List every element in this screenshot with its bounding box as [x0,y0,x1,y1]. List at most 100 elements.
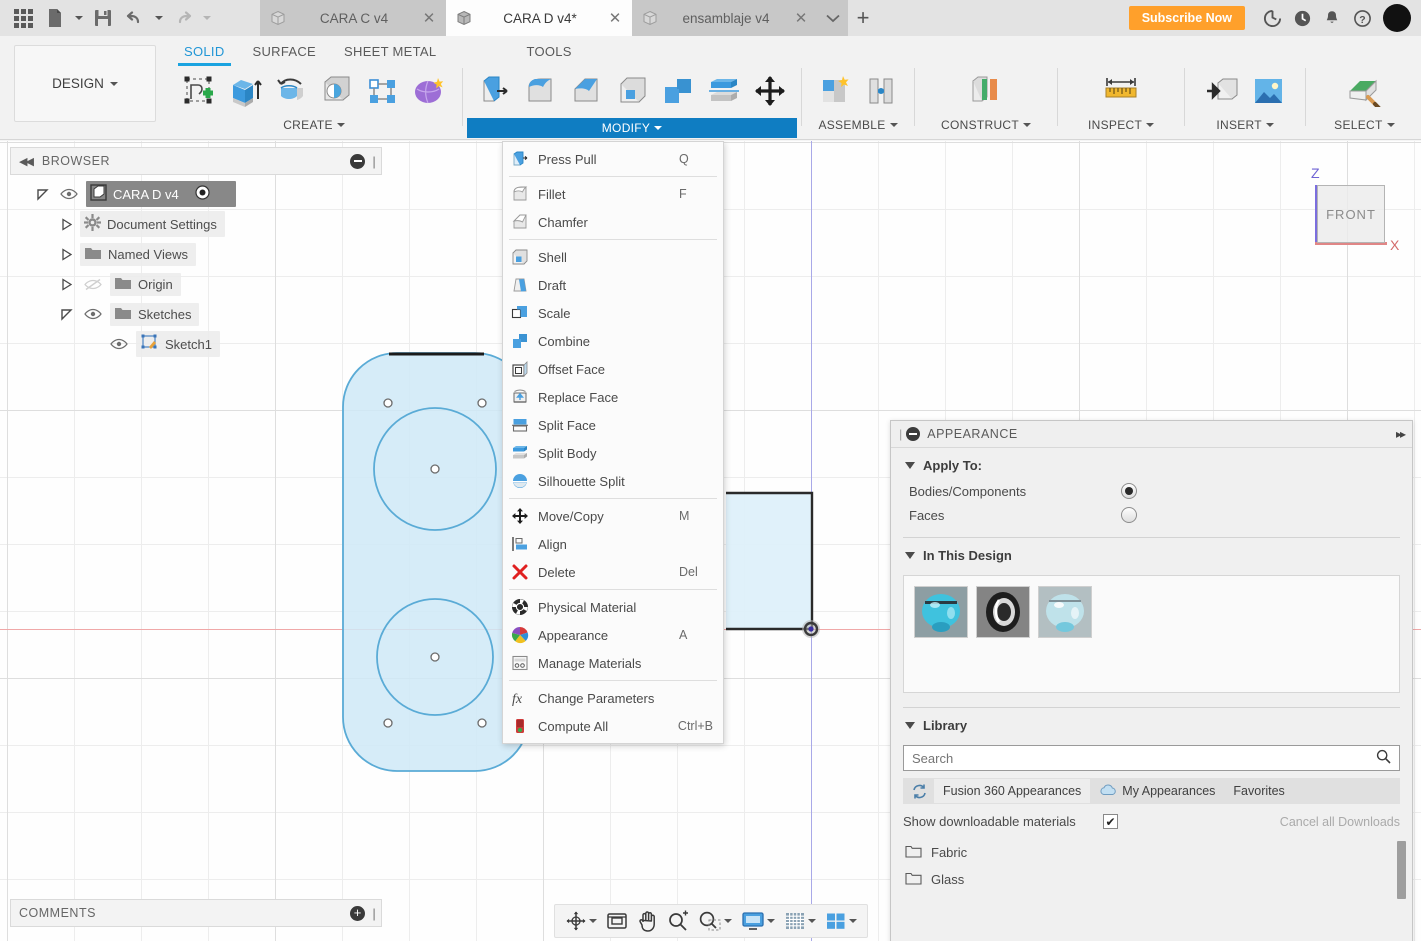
menu-item-physical-material[interactable]: Physical Material [503,593,723,621]
library-folder-fabric[interactable]: Fabric [891,839,1412,866]
split-body-icon[interactable] [703,69,745,113]
tree-row-origin[interactable]: Origin [10,269,382,299]
close-icon[interactable]: ✕ [422,9,436,27]
ribbon-tab-sheet-metal[interactable]: SHEET METAL [330,41,450,62]
menu-item-shell[interactable]: Shell [503,243,723,271]
viewcube-front-face[interactable]: FRONT [1317,185,1385,243]
create-sketch-icon[interactable] [178,69,220,113]
close-icon[interactable]: ✕ [608,9,622,27]
expander-collapsed-icon[interactable] [56,247,76,261]
workspace-switcher-design[interactable]: DESIGN [14,45,156,122]
browser-minimize-icon[interactable] [350,153,366,169]
document-tab-1[interactable]: CARA D v4* ✕ [446,0,632,36]
menu-item-fillet[interactable]: Fillet F [503,180,723,208]
chevron-down-icon[interactable] [807,919,816,923]
display-settings-icon[interactable] [737,908,779,934]
visibility-eye-hidden-icon[interactable] [80,278,106,291]
refresh-icon[interactable] [905,779,934,803]
move-copy-icon[interactable] [749,69,791,113]
modify-dropdown-menu[interactable]: Press Pull Q Fillet F Chamfer Shell Draf… [502,141,724,744]
menu-item-delete[interactable]: Delete Del [503,558,723,586]
tab-overflow-chevron-down-icon[interactable] [818,0,848,36]
job-status-icon[interactable] [1257,3,1287,33]
search-input[interactable] [912,750,1376,766]
library-tab-favorites[interactable]: Favorites [1224,779,1293,803]
section-apply-to[interactable]: Apply To: [891,448,1412,479]
light-blue-glass-swatch[interactable] [1038,586,1092,638]
new-document-icon[interactable] [40,3,70,33]
expander-expanded-icon[interactable] [32,188,52,201]
ribbon-tab-tools[interactable]: TOOLS [512,41,585,62]
insert-canvas-image-icon[interactable] [1247,69,1289,113]
close-icon[interactable]: ✕ [794,9,808,27]
menu-item-split-body[interactable]: Split Body [503,439,723,467]
tree-row-component[interactable]: CARA D v4 [10,179,382,209]
undo-icon[interactable] [120,3,150,33]
appearance-dialog[interactable]: || APPEARANCE ▸▸ Apply To: Bodies/Compon… [890,420,1413,941]
expander-collapsed-icon[interactable] [56,277,76,291]
activate-component-radio[interactable] [195,185,210,203]
library-folder-glass[interactable]: Glass [891,866,1412,893]
pattern-icon[interactable] [362,69,404,113]
menu-item-silhouette-split[interactable]: Silhouette Split [503,467,723,495]
construct-plane-icon[interactable] [965,69,1007,113]
ribbon-group-select-label[interactable]: SELECT [1334,118,1395,132]
library-tab-fusion-360-appearances[interactable]: Fusion 360 Appearances [934,779,1091,803]
select-paint-icon[interactable] [1343,69,1385,113]
account-avatar[interactable] [1383,4,1411,32]
library-scrollbar-thumb[interactable] [1397,841,1406,899]
tree-row-document-settings[interactable]: Document Settings [10,209,382,239]
cyan-glass-swatch[interactable] [914,586,968,638]
ribbon-tab-surface[interactable]: SURFACE [239,41,331,62]
tree-row-sketch1[interactable]: Sketch1 [10,329,382,359]
sketch-point-tl[interactable] [383,398,393,408]
visibility-eye-icon[interactable] [56,188,82,200]
menu-item-appearance[interactable]: Appearance A [503,621,723,649]
chevron-down-icon[interactable] [588,919,597,923]
redo-icon[interactable] [168,3,198,33]
menu-item-change-parameters[interactable]: fx Change Parameters [503,684,723,712]
recent-icon[interactable] [1287,3,1317,33]
sketch-point-tr[interactable] [477,398,487,408]
pan-look-at-icon[interactable] [602,908,632,934]
library-search-box[interactable] [903,745,1400,771]
sketch-right-rect-fill[interactable] [726,493,812,629]
grid-snaps-icon[interactable] [780,908,820,934]
menu-item-align[interactable]: Align [503,530,723,558]
ribbon-group-inspect-label[interactable]: INSPECT [1088,118,1155,132]
menu-item-offset-face[interactable]: Offset Face [503,355,723,383]
save-icon[interactable] [88,3,118,33]
new-document-caret-icon[interactable] [72,3,86,33]
menu-item-manage-materials[interactable]: Manage Materials [503,649,723,677]
pan-hand-icon[interactable] [633,907,662,935]
new-component-icon[interactable] [814,69,856,113]
fillet-icon[interactable] [519,69,561,113]
help-icon[interactable]: ? [1347,3,1377,33]
tree-row-sketches[interactable]: Sketches [10,299,382,329]
radio-faces[interactable] [1121,507,1137,523]
chamfer-icon[interactable] [565,69,607,113]
menu-item-replace-face[interactable]: Replace Face [503,383,723,411]
dialog-minimize-icon[interactable] [906,427,921,441]
new-tab-plus-icon[interactable]: + [848,0,878,36]
menu-item-move-copy[interactable]: Move/Copy M [503,502,723,530]
orbit-icon[interactable] [561,907,601,935]
library-tab-my-appearances[interactable]: My Appearances [1090,779,1224,803]
radio-row-faces[interactable]: Faces [891,503,1412,527]
ribbon-group-insert-label[interactable]: INSERT [1216,118,1274,132]
zoom-icon[interactable] [663,907,693,935]
expander-collapsed-icon[interactable] [56,217,76,231]
section-in-this-design[interactable]: In This Design [891,538,1412,569]
menu-item-split-face[interactable]: Split Face [503,411,723,439]
menu-item-compute-all[interactable]: Compute All Ctrl+B [503,712,723,740]
dialog-expand-icon[interactable]: ▸▸ [1396,427,1406,441]
search-icon[interactable] [1376,749,1391,767]
chevron-down-icon[interactable] [766,919,775,923]
document-tab-0[interactable]: CARA C v4 ✕ [260,0,446,36]
origin-point-dot[interactable] [808,626,814,632]
menu-item-combine[interactable]: Combine [503,327,723,355]
zoom-window-icon[interactable] [694,907,736,935]
document-tab-2[interactable]: ensamblaje v4 ✕ [632,0,818,36]
chevron-down-icon[interactable] [848,919,857,923]
extrude-icon[interactable] [224,69,266,113]
